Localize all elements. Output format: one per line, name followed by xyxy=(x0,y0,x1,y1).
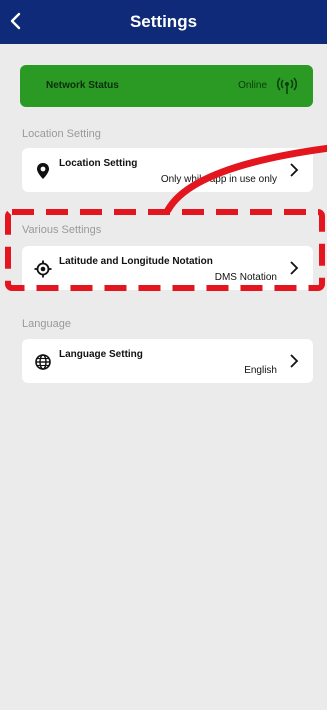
network-status-bar: Network Status Online xyxy=(20,65,313,107)
chevron-right-icon xyxy=(290,354,299,368)
app-header: Settings xyxy=(0,0,327,44)
globe-icon xyxy=(35,354,51,370)
latlon-notation-label: Latitude and Longitude Notation xyxy=(59,256,213,267)
page-title: Settings xyxy=(129,12,198,31)
crosshair-icon xyxy=(34,260,52,278)
language-setting-label: Language Setting xyxy=(59,349,143,360)
language-setting-row[interactable]: Language Setting English xyxy=(22,339,313,383)
language-setting-value: English xyxy=(244,365,277,376)
chevron-right-icon xyxy=(290,261,299,275)
latlon-notation-row[interactable]: Latitude and Longitude Notation DMS Nota… xyxy=(22,246,313,290)
map-pin-icon xyxy=(37,163,49,179)
location-setting-label: Location Setting xyxy=(59,158,138,169)
section-label-language: Language xyxy=(22,318,71,330)
section-label-location: Location Setting xyxy=(22,128,101,140)
network-status-label: Network Status xyxy=(46,80,119,91)
chevron-right-icon xyxy=(290,163,299,177)
antenna-icon xyxy=(277,77,297,94)
network-status-value: Online xyxy=(238,80,267,91)
location-setting-value: Only while app in use only xyxy=(160,174,277,185)
section-label-various: Various Settings xyxy=(22,224,102,236)
location-setting-row[interactable]: Location Setting Only while app in use o… xyxy=(22,148,313,192)
latlon-notation-value: DMS Notation xyxy=(214,272,277,283)
